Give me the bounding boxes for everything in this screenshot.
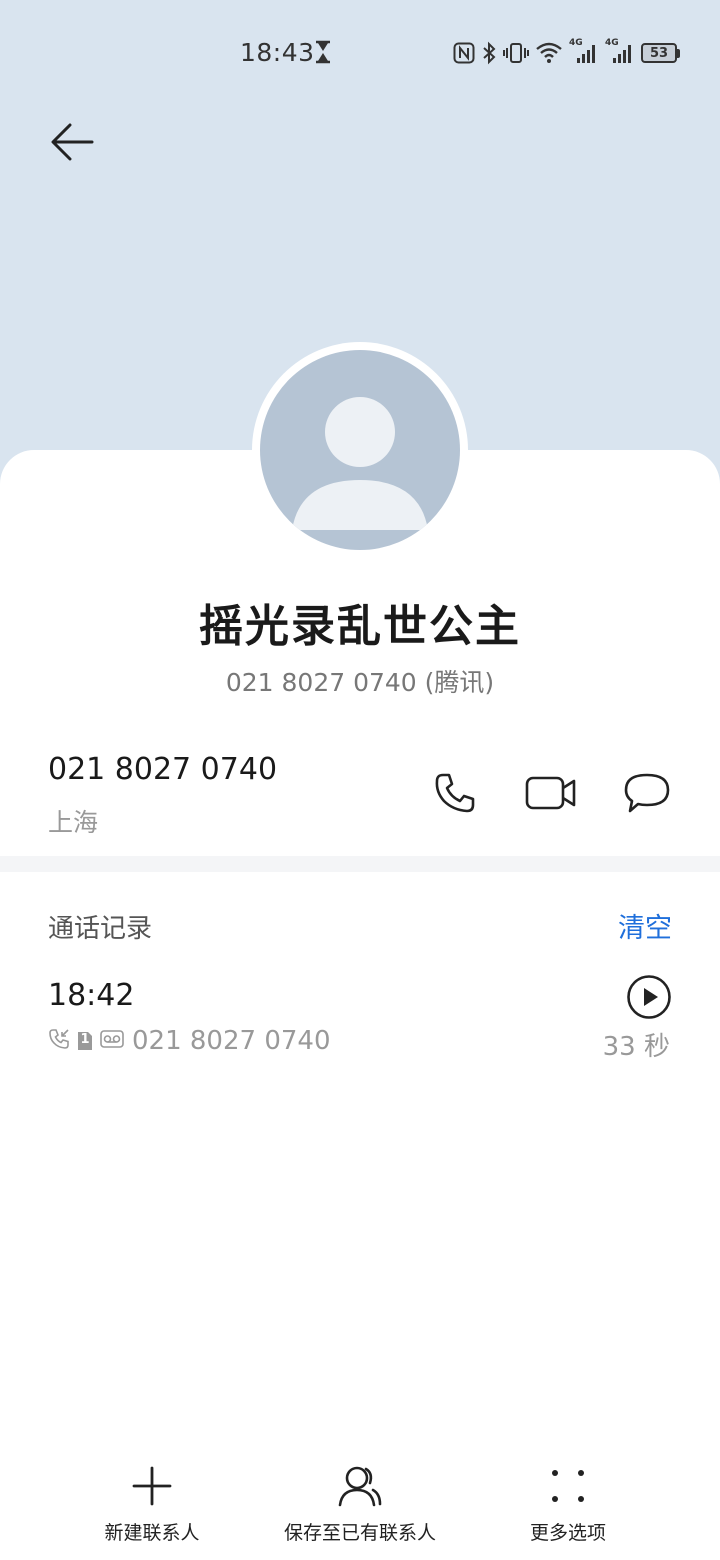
status-icons: 4G 4G 53 [453, 38, 680, 66]
phone-number[interactable]: 021 8027 0740 [48, 752, 277, 787]
save-to-existing-label: 保存至已有联系人 [283, 1522, 436, 1544]
sim-icon: 1 [76, 1030, 94, 1052]
chat-bubble-icon [624, 773, 670, 813]
more-options-button[interactable]: 更多选项 [524, 1460, 612, 1545]
avatar[interactable] [260, 350, 460, 550]
incoming-call-icon [48, 1028, 70, 1054]
call-log-number: 021 8027 0740 [132, 1026, 331, 1056]
video-camera-icon [525, 776, 576, 810]
new-contact-label: 新建联系人 [104, 1522, 200, 1544]
screen: 18:43 4G 4G 53 摇光录乱世公主 021 8027 0740 (腾讯… [0, 0, 720, 1560]
nfc-icon [453, 42, 475, 64]
new-contact-button[interactable]: 新建联系人 [96, 1460, 208, 1545]
call-log-duration: 33 秒 [602, 1032, 670, 1062]
message-button[interactable] [620, 768, 674, 818]
signal-4g-icon-1: 4G [569, 38, 599, 64]
call-button[interactable] [428, 768, 482, 818]
back-button[interactable] [44, 114, 100, 170]
status-bar: 18:43 4G 4G 53 [0, 0, 720, 100]
battery-icon: 53 [641, 43, 680, 63]
sim-number: 1 [80, 1032, 90, 1047]
phone-icon [435, 773, 475, 813]
section-divider [0, 856, 720, 872]
phone-location: 上海 [48, 808, 99, 837]
plus-icon [132, 1466, 172, 1506]
arrow-left-icon [51, 123, 94, 161]
network-type-label: 4G [569, 38, 583, 48]
call-log-title: 通话记录 [48, 914, 153, 944]
signal-4g-icon-2: 4G [605, 38, 635, 64]
play-icon [627, 975, 671, 1019]
more-dots-icon [552, 1470, 584, 1502]
contact-name: 摇光录乱世公主 [199, 601, 521, 652]
contact-subtitle: 021 8027 0740 (腾讯) [225, 668, 495, 697]
hourglass-icon [314, 40, 332, 68]
status-time: 18:43 [240, 38, 315, 67]
call-log-meta: 1 021 8027 0740 [48, 1026, 331, 1056]
bottom-toolbar: 新建联系人 保存至已有联系人 更多选项 [0, 1460, 720, 1550]
network-type-label: 4G [605, 38, 619, 48]
play-recording-button[interactable] [626, 974, 672, 1020]
call-log-time: 18:42 [48, 978, 135, 1013]
voicemail-icon [100, 1028, 124, 1054]
clear-call-log-button[interactable]: 清空 [618, 906, 672, 945]
video-call-button[interactable] [524, 768, 578, 818]
save-to-existing-contact-button[interactable]: 保存至已有联系人 [276, 1460, 444, 1545]
person-icon [338, 1466, 382, 1507]
wifi-icon [535, 42, 563, 64]
bluetooth-icon [481, 41, 497, 65]
vibrate-icon [503, 42, 529, 64]
more-options-label: 更多选项 [529, 1522, 606, 1544]
battery-level: 53 [641, 43, 677, 63]
person-placeholder-icon [292, 397, 428, 530]
